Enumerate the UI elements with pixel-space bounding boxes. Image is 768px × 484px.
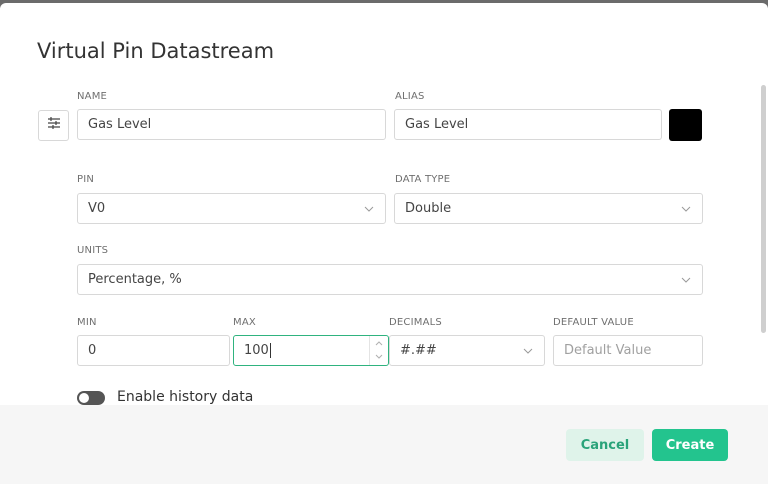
pin-select[interactable]: V0 — [77, 193, 386, 224]
name-input[interactable]: Gas Level — [77, 109, 386, 140]
alias-value: Gas Level — [405, 117, 469, 132]
icon-picker-button[interactable] — [38, 110, 69, 141]
max-stepper[interactable] — [369, 336, 388, 365]
chevron-down-icon — [680, 203, 692, 215]
history-toggle-label: Enable history data — [117, 389, 254, 405]
max-input[interactable]: 100 — [233, 335, 389, 366]
chevron-down-icon — [522, 345, 534, 357]
name-value: Gas Level — [88, 117, 152, 132]
default-value-input[interactable]: Default Value — [553, 335, 703, 366]
dialog-title: Virtual Pin Datastream — [37, 39, 275, 63]
min-value: 0 — [88, 343, 97, 358]
default-value-placeholder: Default Value — [564, 343, 652, 358]
max-label: MAX — [233, 317, 256, 328]
min-label: MIN — [77, 317, 97, 328]
create-button[interactable]: Create — [652, 429, 728, 461]
pin-value: V0 — [88, 201, 106, 216]
decimals-select[interactable]: #.## — [389, 335, 545, 366]
alias-label: ALIAS — [395, 91, 425, 102]
name-label: NAME — [77, 91, 108, 102]
default-value-label: DEFAULT VALUE — [553, 317, 634, 328]
history-toggle[interactable] — [77, 391, 105, 405]
chevron-down-icon — [363, 203, 375, 215]
decimals-label: DECIMALS — [389, 317, 442, 328]
text-caret — [269, 343, 271, 358]
data-type-value: Double — [405, 201, 452, 216]
toggle-knob — [79, 393, 89, 403]
alias-input[interactable]: Gas Level — [394, 109, 662, 140]
data-type-label: DATA TYPE — [395, 174, 451, 185]
chevron-down-icon[interactable] — [370, 350, 388, 364]
data-type-select[interactable]: Double — [394, 193, 703, 224]
chevron-down-icon — [680, 274, 692, 286]
units-value: Percentage, % — [88, 272, 182, 287]
cancel-button[interactable]: Cancel — [566, 429, 644, 461]
scrollbar[interactable] — [761, 85, 766, 333]
pin-label: PIN — [77, 174, 95, 185]
units-select[interactable]: Percentage, % — [77, 264, 703, 295]
color-swatch[interactable] — [669, 109, 702, 141]
units-label: UNITS — [77, 245, 109, 256]
min-input[interactable]: 0 — [77, 335, 230, 366]
chevron-up-icon[interactable] — [370, 336, 388, 350]
max-value: 100 — [244, 343, 269, 358]
sliders-icon — [47, 116, 61, 135]
decimals-value: #.## — [400, 343, 437, 358]
datastream-dialog: Virtual Pin Datastream NAME ALIAS Gas Le… — [0, 3, 768, 484]
